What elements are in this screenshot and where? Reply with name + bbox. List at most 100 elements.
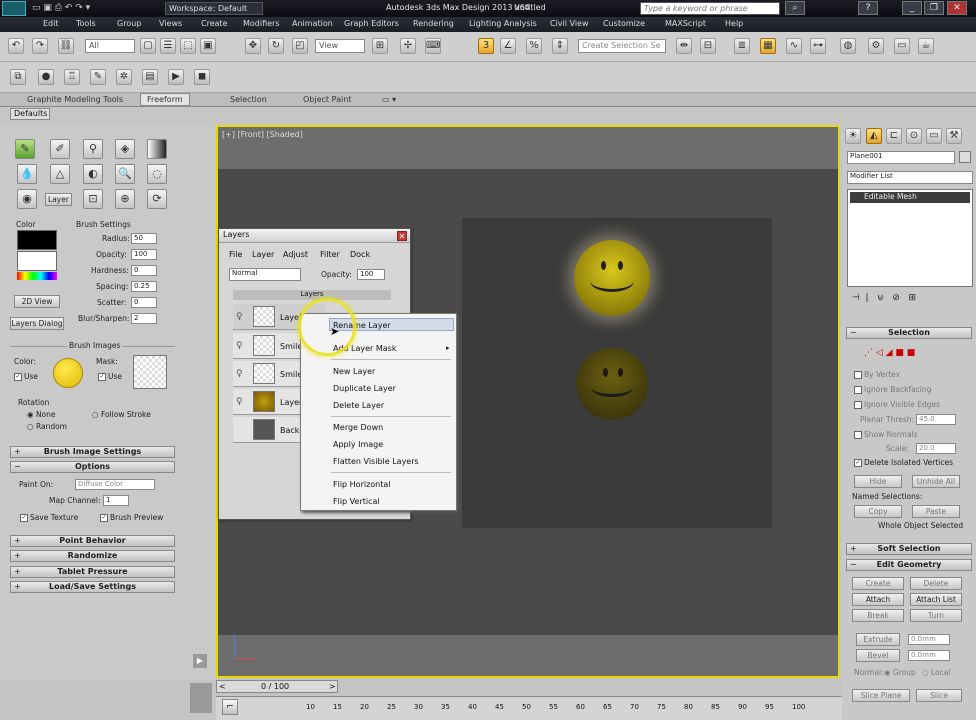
mirror-icon[interactable]: ⇹ <box>676 38 692 54</box>
play-anim-icon[interactable]: ▶ <box>168 69 184 85</box>
normal-group-radio[interactable]: ◉ Group <box>884 668 916 677</box>
stack-tools-icons[interactable]: ⊣ | ⊌ ⊘ ⊞ <box>852 293 916 303</box>
scatter-input[interactable]: 0 <box>131 297 157 308</box>
brush-mask-use[interactable]: ✓ Use <box>98 372 122 381</box>
planar-thresh-input[interactable]: 45.0 <box>916 414 956 425</box>
close-icon[interactable]: ✕ <box>947 1 967 15</box>
link-icon[interactable]: ⛓ <box>58 38 74 54</box>
dodge-icon[interactable]: 🔍 <box>115 164 135 184</box>
tablet-pressure-rollout[interactable]: + Tablet Pressure <box>10 566 175 578</box>
hardness-input[interactable]: 0 <box>131 265 157 276</box>
layer-opacity-input[interactable]: 100 <box>357 269 385 280</box>
menu-item-apply-image[interactable]: Apply Image <box>333 440 383 449</box>
tab-object-paint[interactable]: Object Paint <box>303 95 351 104</box>
2d-view-button[interactable]: 2D View <box>14 295 60 308</box>
move-icon[interactable]: ✥ <box>245 38 261 54</box>
menu-group[interactable]: Group <box>117 19 141 28</box>
selection-filter-dropdown[interactable]: All <box>85 39 135 53</box>
rotation-none-radio[interactable]: ◉ None <box>27 410 56 419</box>
spinner-snap-icon[interactable]: ⇕ <box>552 38 568 54</box>
gradient-icon[interactable] <box>147 139 167 159</box>
brush-preview-check[interactable]: ✓ Brush Preview <box>100 513 163 522</box>
show-normals-check[interactable]: Show Normals <box>854 430 918 439</box>
rotate-icon[interactable]: ↻ <box>268 38 284 54</box>
create-button[interactable]: Create <box>852 577 904 590</box>
menu-animation[interactable]: Animation <box>292 19 333 28</box>
motion-panel-icon[interactable]: ⊙ <box>906 128 922 144</box>
break-button[interactable]: Break <box>852 609 904 622</box>
layers-menu-filter[interactable]: Filter <box>320 250 340 259</box>
select-manipulate-icon[interactable]: ✢ <box>400 38 416 54</box>
layers-dialog-button[interactable]: Layers Dialog <box>10 317 64 330</box>
menu-civil-view[interactable]: Civil View <box>550 19 589 28</box>
spacing-input[interactable]: 0.25 <box>131 281 157 292</box>
visibility-icon[interactable]: ♀ <box>236 397 243 407</box>
panel-scroll-icon[interactable]: ▶ <box>193 654 207 668</box>
selection-set-input[interactable]: Create Selection Se <box>578 39 666 53</box>
radius-input[interactable]: 50 <box>131 233 157 244</box>
slice-plane-button[interactable]: Slice Plane <box>852 689 910 702</box>
layers-window-title[interactable]: Layers <box>219 229 410 243</box>
layer-manager-icon[interactable]: ≣ <box>734 38 750 54</box>
render-setup-icon[interactable]: ⚙ <box>868 38 884 54</box>
bevel-input[interactable]: 0.0mm <box>908 650 950 661</box>
visibility-icon[interactable]: ♀ <box>236 312 243 322</box>
cloth-icon[interactable]: ♖ <box>64 69 80 85</box>
slice-button[interactable]: Slice <box>916 689 962 702</box>
blur-icon[interactable]: 💧 <box>17 164 37 184</box>
menu-graph-editors[interactable]: Graph Editors <box>344 19 399 28</box>
options-rollout[interactable]: − Options <box>10 461 175 473</box>
menu-modifiers[interactable]: Modifiers <box>243 19 280 28</box>
attach-button[interactable]: Attach <box>852 593 904 606</box>
load-save-settings-rollout[interactable]: + Load/Save Settings <box>10 581 175 593</box>
hierarchy-panel-icon[interactable]: ⊏ <box>886 128 902 144</box>
mini-listener[interactable] <box>190 683 212 713</box>
primary-color-swatch[interactable] <box>17 230 57 250</box>
create-panel-icon[interactable]: ☀ <box>845 128 861 144</box>
menu-item-flip-vertical[interactable]: Flip Vertical <box>333 497 380 506</box>
soft-selection-rollout[interactable]: + Soft Selection <box>846 543 972 555</box>
container-icon[interactable]: ⧉ <box>10 69 26 85</box>
particle-icon[interactable]: ✲ <box>116 69 132 85</box>
tab-selection[interactable]: Selection <box>230 95 267 104</box>
attach-list-button[interactable]: Attach List <box>910 593 962 606</box>
record-anim-icon[interactable]: ◼ <box>194 69 210 85</box>
viewport-label[interactable]: [+] [Front] [Shaded] <box>222 130 303 139</box>
extrude-input[interactable]: 0.0mm <box>908 634 950 645</box>
menu-lighting-analysis[interactable]: Lighting Analysis <box>469 19 537 28</box>
schematic-view-icon[interactable]: ⊶ <box>810 38 826 54</box>
rect-selection-icon[interactable]: ⬚ <box>180 38 196 54</box>
graphite-toggle-icon[interactable]: ▦ <box>760 38 776 54</box>
opacity-input[interactable]: 100 <box>131 249 157 260</box>
ignore-backfacing-check[interactable]: Ignore Backfacing <box>854 385 931 394</box>
brush-color-use[interactable]: ✓ Use <box>14 372 38 381</box>
sharpen-icon[interactable]: △ <box>50 164 70 184</box>
layers-menu-dock[interactable]: Dock <box>350 250 370 259</box>
menu-item-delete-layer[interactable]: Delete Layer <box>333 401 384 410</box>
reproject-icon[interactable]: ⟳ <box>147 189 167 209</box>
mask-brush-image[interactable] <box>133 355 167 389</box>
smiley-brush-image[interactable] <box>53 358 83 388</box>
percent-snap-icon[interactable]: % <box>526 38 542 54</box>
object-color-swatch[interactable] <box>959 151 971 163</box>
curve-editor-icon[interactable]: ∿ <box>786 38 802 54</box>
by-vertex-check[interactable]: By Vertex <box>854 370 900 379</box>
workspace-dropdown[interactable]: Workspace: Default <box>165 2 263 15</box>
blend-mode-dropdown[interactable]: Normal <box>229 268 301 281</box>
subobject-icons[interactable]: ⋰ ◁ ◢ ■ ■ <box>864 348 915 358</box>
secondary-color-swatch[interactable] <box>17 251 57 271</box>
extrude-button[interactable]: Extrude <box>856 633 900 646</box>
delete-isolated-check[interactable]: ✓ Delete Isolated Vertices <box>854 458 953 467</box>
material-editor-icon[interactable]: ◍ <box>840 38 856 54</box>
time-slider[interactable]: < 0 / 100 > <box>216 680 338 693</box>
menu-maxscript[interactable]: MAXScript <box>665 19 706 28</box>
visibility-icon[interactable]: ♀ <box>236 341 243 351</box>
clone-stamp-icon[interactable]: ⚲ <box>83 139 103 159</box>
edit-geometry-rollout[interactable]: − Edit Geometry <box>846 559 972 571</box>
menu-customize[interactable]: Customize <box>603 19 645 28</box>
color-palette[interactable] <box>17 272 57 280</box>
brush-image-settings-rollout[interactable]: + Brush Image Settings <box>10 446 175 458</box>
eraser-icon[interactable]: ✐ <box>50 139 70 159</box>
tab-graphite-modeling[interactable]: Graphite Modeling Tools <box>27 95 123 104</box>
align-icon[interactable]: ⊟ <box>700 38 716 54</box>
